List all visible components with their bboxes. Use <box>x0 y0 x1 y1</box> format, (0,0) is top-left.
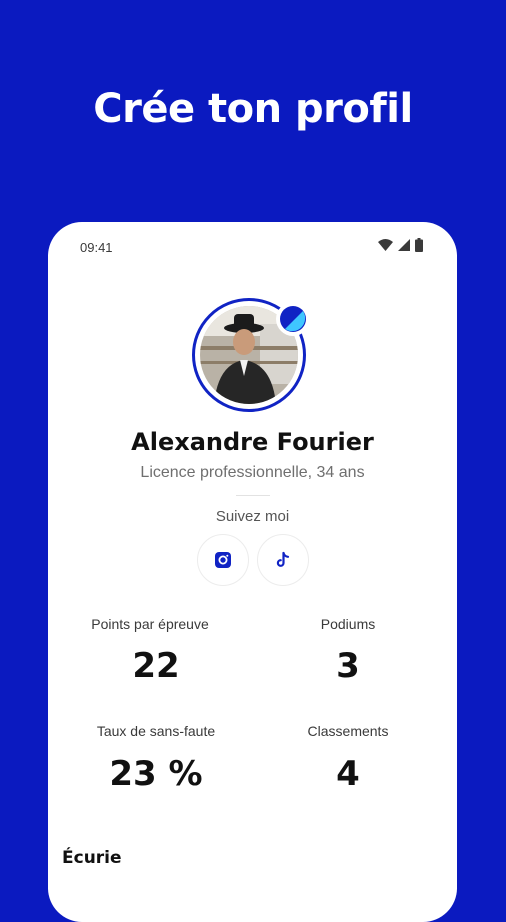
instagram-icon <box>215 552 231 568</box>
status-time: 09:41 <box>80 240 113 255</box>
tiktok-button[interactable] <box>257 534 309 586</box>
stat-label-clear-rate: Taux de sans-faute <box>96 723 216 739</box>
section-title-stable: Écurie <box>62 848 122 868</box>
page-headline: Crée ton profil <box>93 86 413 132</box>
social-links <box>197 534 309 586</box>
instagram-button[interactable] <box>197 534 249 586</box>
stat-value-clear-rate: 23 % <box>109 754 203 794</box>
signal-icon <box>398 238 410 256</box>
profile-name: Alexandre Fourier <box>131 428 374 456</box>
profile-subtitle: Licence professionnelle, 34 ans <box>140 464 365 481</box>
stat-label-rankings: Classements <box>307 723 389 739</box>
follow-label: Suivez moi <box>215 508 290 525</box>
stat-value-points: 22 <box>132 646 180 686</box>
wifi-icon <box>378 238 393 256</box>
divider <box>236 495 270 496</box>
stat-value-podiums: 3 <box>336 646 360 686</box>
edit-photo-badge[interactable] <box>276 302 310 336</box>
tiktok-icon <box>276 551 290 567</box>
photo-badge-icon <box>280 306 306 332</box>
stat-label-points: Points par épreuve <box>91 616 209 632</box>
stat-value-rankings: 4 <box>336 754 360 794</box>
phone-screen: 09:41 Alexandre Fourier Licence professi… <box>48 222 457 922</box>
stat-label-podiums: Podiums <box>320 616 376 632</box>
status-icons <box>378 237 423 257</box>
avatar-container[interactable] <box>192 298 312 418</box>
battery-icon <box>415 237 423 257</box>
